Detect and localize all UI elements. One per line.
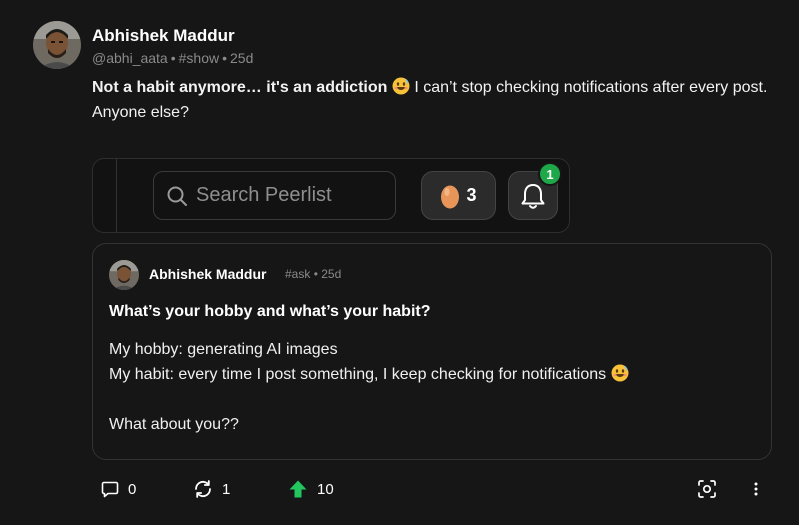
smiling-face-emoji: [611, 364, 629, 382]
egg-icon: [441, 185, 460, 208]
channel-tag[interactable]: #show: [179, 50, 219, 66]
post-actions: 0 1 10: [0, 475, 799, 503]
eggs-counter: 3: [421, 171, 496, 220]
quoted-body: My hobby: generating AI images My habit:…: [109, 337, 759, 437]
quoted-post[interactable]: Abhishek Maddur #ask • 25d What’s your h…: [92, 243, 772, 460]
meta-separator: •: [222, 50, 227, 66]
search-bar-image: Search Peerlist: [153, 171, 396, 220]
bell-icon: [521, 183, 545, 209]
post-meta: @abhi_aata • #show • 25d: [92, 50, 253, 66]
quoted-author-name[interactable]: Abhishek Maddur: [149, 266, 266, 282]
comment-icon: [101, 481, 119, 498]
comment-count: 0: [128, 480, 137, 498]
eggs-count: 3: [466, 185, 477, 205]
screenshot-icon: [698, 480, 716, 498]
comment-button[interactable]: 0: [101, 475, 136, 503]
smiling-face-emoji: [392, 77, 410, 95]
search-icon: [167, 186, 187, 206]
notification-badge: 1: [538, 162, 562, 186]
feed-post: Abhishek Maddur @abhi_aata • #show • 25d Not…: [0, 0, 799, 525]
quoted-age: 25d: [321, 267, 342, 281]
repost-count: 1: [222, 480, 231, 498]
author-avatar[interactable]: [33, 21, 81, 69]
quoted-line: What about you??: [109, 416, 239, 433]
quoted-author-avatar[interactable]: [109, 260, 139, 290]
quoted-channel[interactable]: #ask: [285, 267, 310, 281]
repost-icon: [195, 480, 211, 498]
author-name[interactable]: Abhishek Maddur: [92, 26, 235, 46]
divider: [116, 159, 117, 232]
post-body: Not a habit anymore… it's an addiction I…: [92, 75, 772, 125]
repost-button[interactable]: 1: [193, 475, 230, 503]
post-text: I can’t stop checking notifications afte…: [414, 79, 768, 96]
more-options-button[interactable]: [744, 477, 768, 501]
quoted-line: My habit: every time I post something, I…: [109, 366, 607, 383]
author-handle[interactable]: @abhi_aata: [92, 50, 168, 66]
post-lead: Not a habit anymore… it's an addiction: [92, 79, 388, 96]
quoted-line: My hobby: generating AI images: [109, 341, 338, 358]
post-text-line2: Anyone else?: [92, 104, 189, 121]
upvote-count: 10: [317, 480, 334, 498]
search-placeholder: Search Peerlist: [196, 184, 332, 206]
post-age: 25d: [230, 50, 254, 66]
more-icon: [754, 482, 758, 496]
meta-separator: •: [170, 50, 176, 66]
post-image[interactable]: Search Peerlist 3: [92, 158, 570, 233]
upvote-button[interactable]: 10: [288, 475, 334, 503]
quoted-title: What’s your hobby and what’s your habit?: [109, 303, 431, 320]
screenshot-button[interactable]: [695, 477, 719, 501]
quoted-meta: #ask • 25d: [285, 267, 342, 281]
upvote-arrow-icon: [289, 480, 307, 498]
